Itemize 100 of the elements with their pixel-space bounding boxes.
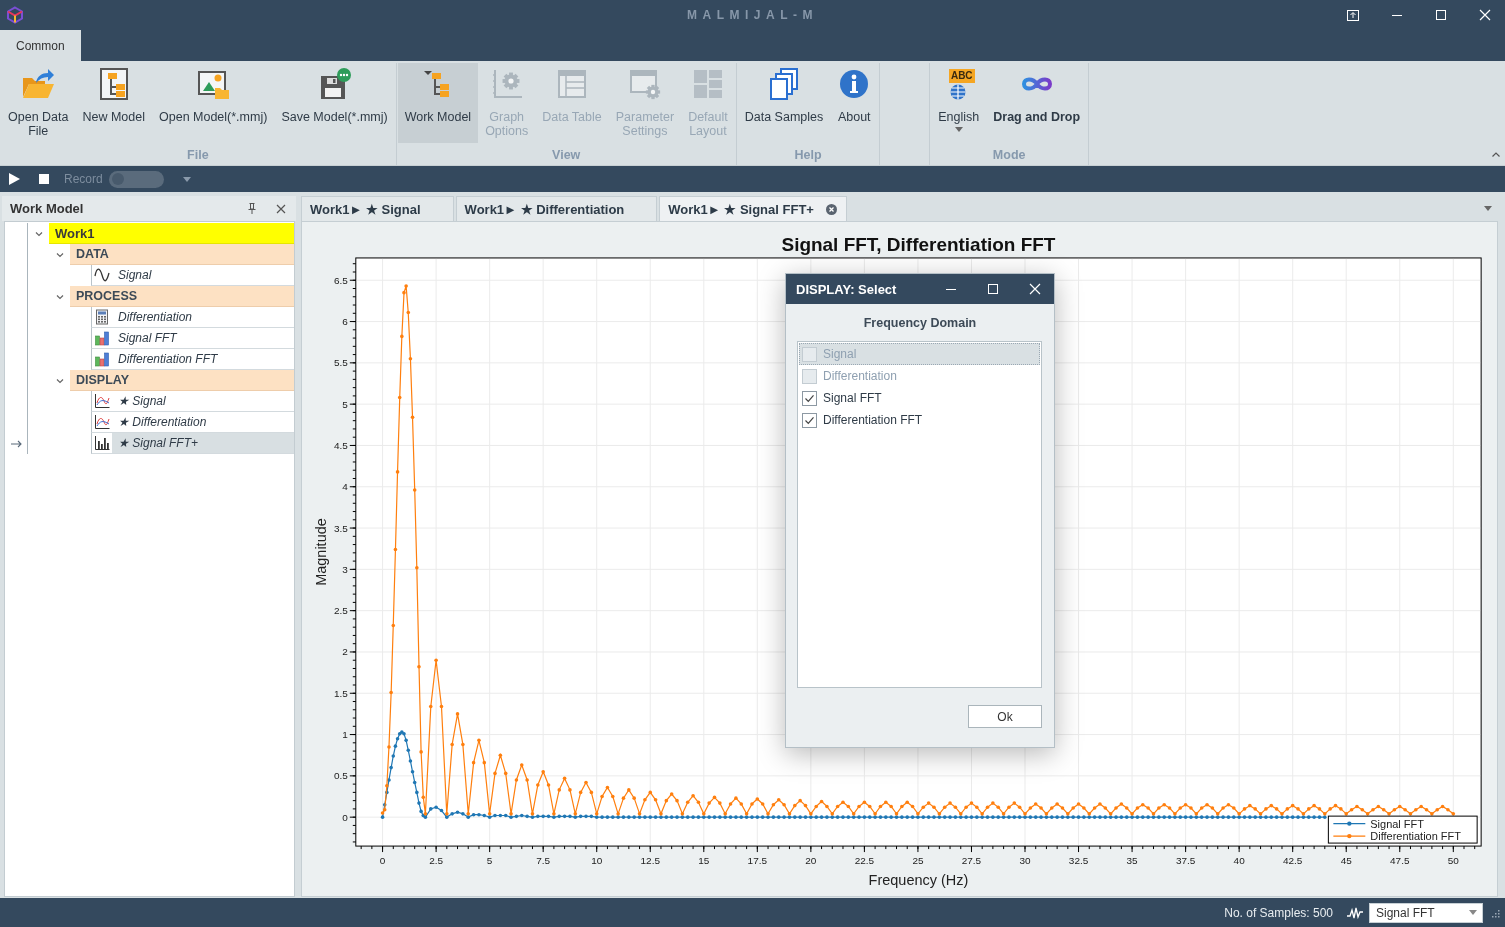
chart-title: Signal FFT, Differentiation FFT: [781, 233, 1056, 255]
tick-label: 50: [1447, 855, 1459, 867]
ribbon-button[interactable]: ABC English: [931, 63, 987, 143]
tick-label: 4.5: [333, 439, 348, 451]
bar-chart-icon: [94, 330, 110, 346]
tree-item[interactable]: DATA: [70, 244, 294, 265]
tick-label: 2.5: [429, 855, 444, 867]
close-icon[interactable]: [825, 203, 837, 215]
tick-label: 22.5: [854, 855, 875, 867]
tick-label: 1: [342, 729, 348, 741]
ribbon-button[interactable]: Work Model: [397, 63, 479, 143]
tick-label: 30: [1019, 855, 1031, 867]
tick-label: 20: [805, 855, 817, 867]
table-icon: [555, 67, 589, 101]
caret-down-icon[interactable]: [1484, 206, 1492, 211]
chevron-down-icon[interactable]: [55, 376, 64, 385]
tick-label: 3: [342, 563, 348, 575]
option-item[interactable]: Signal FFT: [799, 387, 1040, 409]
tick-label: 0.5: [333, 770, 348, 782]
tree-item[interactable]: PROCESS: [70, 286, 294, 307]
tick-label: 6.5: [333, 274, 348, 286]
tree-item[interactable]: DISPLAY: [70, 370, 294, 391]
tick-label: 27.5: [961, 855, 982, 867]
tick-label: 47.5: [1390, 855, 1410, 867]
checkbox[interactable]: [802, 390, 817, 406]
tick-label: 2: [342, 646, 348, 658]
waveform-icon: [1347, 906, 1363, 919]
close-icon[interactable]: [276, 203, 286, 214]
dialog-heading: Frequency Domain: [863, 315, 977, 330]
tree-item[interactable]: Work1: [49, 223, 294, 244]
maximize-icon[interactable]: [987, 283, 999, 295]
line-chart-icon: [94, 393, 110, 409]
tick-label: 5: [342, 398, 348, 410]
tick-label: 5.5: [333, 357, 348, 369]
document-tab[interactable]: Work1► ★ Signal: [301, 196, 454, 221]
panel-title: Work Model: [10, 201, 84, 216]
ribbon-button[interactable]: New Model: [75, 63, 152, 143]
series-select[interactable]: Signal FFT: [1369, 902, 1483, 923]
document-tab[interactable]: Work1► ★ Signal FFT+: [659, 196, 847, 221]
pin-icon[interactable]: [248, 203, 256, 214]
tick-label: 7.5: [536, 855, 551, 867]
document-tab[interactable]: Work1► ★ Differentiation: [455, 196, 658, 221]
tick-label: 0: [342, 811, 348, 823]
play-icon[interactable]: [9, 173, 20, 185]
tick-label: 32.5: [1068, 855, 1089, 867]
caret-down-icon[interactable]: [182, 176, 191, 182]
tree-item[interactable]: ★ Signal FFT+: [112, 433, 294, 454]
chevron-down-icon[interactable]: [34, 229, 43, 238]
maximize-icon[interactable]: [1435, 9, 1447, 21]
x-axis-label: Frequency (Hz): [868, 872, 969, 888]
ribbon-button[interactable]: Open Data File: [1, 63, 76, 143]
tick-label: 1.5: [333, 687, 348, 699]
group-label: Mode: [992, 147, 1026, 162]
box-arrow-icon[interactable]: [1347, 9, 1359, 21]
group-label: Help: [794, 147, 822, 162]
caret-down-icon[interactable]: [954, 127, 963, 132]
window-gear-icon: [627, 67, 662, 101]
ribbon-button[interactable]: Open Model(*.mmj): [152, 63, 275, 143]
resize-grip-icon: [1490, 907, 1500, 918]
tick-label: 35: [1126, 855, 1138, 867]
chevron-down-icon[interactable]: [55, 292, 64, 301]
tick-label: 45: [1340, 855, 1352, 867]
stacked-pages-icon: [767, 67, 801, 101]
calculator-icon: [94, 309, 110, 325]
tick-label: 6: [342, 316, 348, 328]
ok-button[interactable]: Ok: [968, 705, 1042, 728]
record-label: Record: [64, 172, 103, 186]
tick-label: 0: [379, 855, 386, 867]
ribbon-button[interactable]: Save Model(*.mmj): [274, 63, 395, 143]
tick-label: 3.5: [333, 522, 348, 534]
tick-label: 2.5: [333, 605, 348, 617]
abc-badge: ABC: [948, 68, 975, 83]
line-chart-icon: [94, 414, 110, 430]
tick-label: 42.5: [1283, 855, 1303, 867]
tick-label: 4: [342, 481, 348, 493]
tick-label: 25: [912, 855, 924, 867]
group-label: View: [552, 147, 581, 162]
ribbon-button[interactable]: Drag and Drop: [986, 63, 1088, 143]
dialog-title: DISPLAY: Select: [796, 281, 897, 297]
legend-marker-icon: [1332, 821, 1366, 826]
ribbon-button[interactable]: About: [830, 63, 879, 143]
option-item[interactable]: Differentiation FFT: [799, 409, 1040, 431]
tick-label: 40: [1233, 855, 1245, 867]
chevron-up-icon[interactable]: [1492, 152, 1500, 157]
caret-down-icon[interactable]: [1469, 910, 1477, 915]
tick-label: 5: [486, 855, 493, 867]
bar-chart-icon: [94, 351, 110, 367]
ribbon-tab[interactable]: Common: [0, 30, 81, 61]
wave-icon: [94, 267, 110, 283]
checkbox[interactable]: [802, 412, 817, 428]
legend-marker-icon: [1332, 833, 1366, 839]
folder-arrow-icon: [21, 67, 56, 101]
globe-icon: [948, 82, 969, 100]
tick-label: 12.5: [640, 855, 660, 867]
arrow-icon: [10, 439, 22, 448]
cube-logo-icon: [6, 6, 24, 24]
tick-label: 37.5: [1175, 855, 1196, 867]
chevron-down-icon[interactable]: [55, 250, 64, 259]
ribbon-button[interactable]: Data Samples: [737, 63, 831, 143]
samples-count: No. of Samples: 500: [1224, 905, 1333, 920]
